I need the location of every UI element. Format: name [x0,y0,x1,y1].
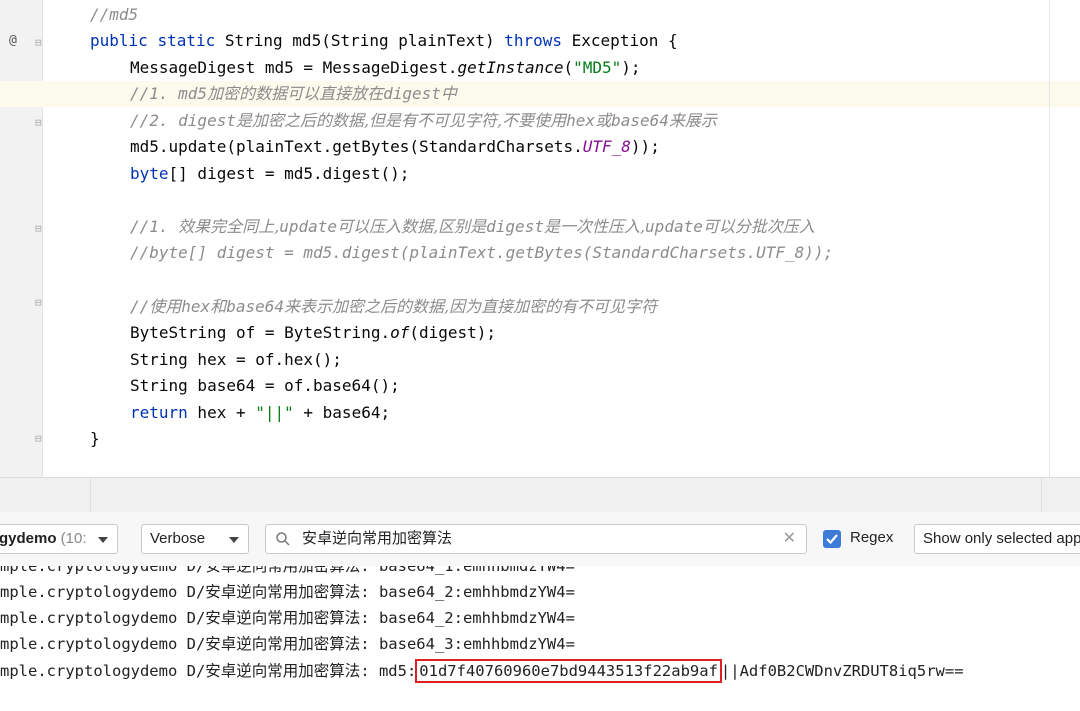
search-icon[interactable] [275,531,291,547]
comment-text: 中 [440,84,457,103]
comment-text: base64 [611,111,669,130]
divider-separator [1041,478,1042,512]
fold-end-icon[interactable]: ⊟ [35,116,42,130]
comment-text: hex [181,297,211,316]
chevron-down-icon [229,537,239,543]
code-line-4[interactable]: //1. md5加密的数据可以直接放在digest中 [130,81,457,107]
comment-text: 来表示加密之后的数据,因为直接加密的有不可见字符 [284,297,658,316]
log-level-value: Verbose [150,530,206,547]
code-line-1[interactable]: //md5 [90,2,138,28]
comment-text: 使用 [149,297,182,316]
fold-icon[interactable]: ⊟ [35,36,42,50]
log-line[interactable]: mple.cryptologydemo D/安卓逆向常用加密算法: base64… [0,566,575,579]
method-call: getInstance [457,58,564,77]
code-line-16[interactable]: return hex + "||" + base64; [130,400,390,426]
code-line-5[interactable]: //2. digest是加密之后的数据,但是有不可见字符,不要使用hex或bas… [130,108,717,134]
comment-text: base64 [226,297,284,316]
code-text: String md5(String plainText) [215,31,505,50]
right-margin-guide [1049,0,1050,477]
code-text: [] digest = md5.digest(); [168,164,410,183]
keyword: static [157,31,216,50]
constant-field: UTF_8 [582,137,631,156]
code-line-9[interactable]: //1. 效果完全同上,update可以压入数据,区别是digest是一次性压入… [130,214,815,240]
comment-text: 可以分批次压入 [702,217,815,236]
code-line-15[interactable]: String base64 = of.base64(); [130,373,400,399]
code-line-7[interactable]: byte[] digest = md5.digest(); [130,161,409,187]
code-line-13[interactable]: ByteString of = ByteString.of(digest); [130,320,496,346]
process-name: gydemo [0,530,57,547]
log-level-select[interactable]: Verbose [141,524,249,554]
checkmark-icon [826,534,838,545]
code-text: ( [563,58,574,77]
keyword: public [90,31,148,50]
chevron-down-icon [98,537,108,543]
code-text: + base64; [293,403,391,422]
log-prefix: mple.cryptologydemo D/安卓逆向常用加密算法: md5: [0,662,417,680]
fold-end-icon[interactable]: ⊟ [35,296,42,310]
keyword: return [130,403,188,422]
divider-separator [90,478,91,512]
highlighted-md5-hex: 01d7f40760960e7bd9443513f22ab9af [415,659,722,683]
code-text: Exception { [562,31,678,50]
log-line[interactable]: mple.cryptologydemo D/安卓逆向常用加密算法: base64… [0,579,575,605]
code-text: hex + [187,403,256,422]
code-line-3[interactable]: MessageDigest md5 = MessageDigest.getIns… [130,55,641,81]
logcat-output[interactable]: mple.cryptologydemo D/安卓逆向常用加密算法: base64… [0,566,1080,711]
comment-text: update [645,217,703,236]
panel-divider[interactable] [0,477,1080,513]
code-line-14[interactable]: String hex = of.hex(); [130,347,342,373]
comment-text: 或 [595,111,612,130]
keyword: byte [130,164,169,183]
code-line-6[interactable]: md5.update(plainText.getBytes(StandardCh… [130,134,660,160]
code-text: )); [630,137,660,156]
code-text: md5.update(plainText.getBytes(StandardCh… [130,137,583,156]
keyword: throws [504,31,563,50]
comment-text: digest [383,84,441,103]
log-line-md5[interactable]: mple.cryptologydemo D/安卓逆向常用加密算法: md5: 01… [0,658,964,684]
comment-text: update [279,217,338,236]
log-base64-value: ||Adf0B2CWDnvZRDUT8iq5rw== [720,662,964,680]
fold-end-icon[interactable]: ⊟ [35,432,42,446]
log-line[interactable]: mple.cryptologydemo D/安卓逆向常用加密算法: base64… [0,631,575,657]
comment-text: 是加密之后的数据,但是有不可见字符,不要使用 [235,111,567,130]
code-line-17[interactable]: } [90,426,100,452]
regex-checkbox[interactable] [823,530,841,548]
app-filter-value: Show only selected app [923,530,1080,547]
code-text: MessageDigest md5 = MessageDigest. [130,58,458,77]
code-text: (digest); [409,323,497,342]
string-literal: "||" [255,403,294,422]
code-line-12[interactable]: //使用hex和base64来表示加密之后的数据,因为直接加密的有不可见字符 [130,294,657,320]
comment-text: 加密的数据可以直接放在 [207,84,384,103]
method-call: of [390,323,410,342]
comment-text: hex [566,111,596,130]
comment-text: //2. digest [130,111,236,130]
code-line-2[interactable]: public static String md5(String plainTex… [90,28,678,54]
comment-text: 可以压入数据,区别是 [337,217,487,236]
process-count: (10: [56,530,87,547]
search-value: 安卓逆向常用加密算法 [302,530,453,547]
code-line-10[interactable]: //byte[] digest = md5.digest(plainText.g… [130,240,833,266]
comment-text: 效果完全同上, [178,217,280,236]
code-text: ); [621,58,641,77]
comment-text: //1. [130,217,179,236]
logcat-toolbar: gydemo (10: Verbose 安卓逆向常用加密算法 ✕ Regex S… [0,512,1080,566]
clear-icon[interactable]: ✕ [783,525,796,553]
code-text: ByteString of = ByteString. [130,323,391,342]
comment-text: 和 [210,297,227,316]
app-filter-select[interactable]: Show only selected app [914,524,1080,554]
code-editor[interactable]: @ ⊟ ⊟ ⊟ ⊟ ⊟ ⊟ //md5 public static String… [0,0,1080,477]
process-select[interactable]: gydemo (10: [0,524,118,554]
log-line[interactable]: mple.cryptologydemo D/安卓逆向常用加密算法: base64… [0,605,575,631]
string-literal: "MD5" [573,58,622,77]
log-search-input[interactable]: 安卓逆向常用加密算法 ✕ [265,524,807,554]
editor-gutter: @ ⊟ ⊟ ⊟ ⊟ ⊟ ⊟ [0,0,43,477]
comment-text: digest [486,217,544,236]
fold-icon[interactable]: ⊟ [35,222,42,236]
regex-label[interactable]: Regex [850,529,893,546]
comment-text: 是一次性压入, [543,217,646,236]
comment-text: // [130,297,150,316]
comment-text: //1. md5 [130,84,208,103]
comment-text: 来展示 [668,111,717,130]
override-marker-icon[interactable]: @ [9,34,17,48]
